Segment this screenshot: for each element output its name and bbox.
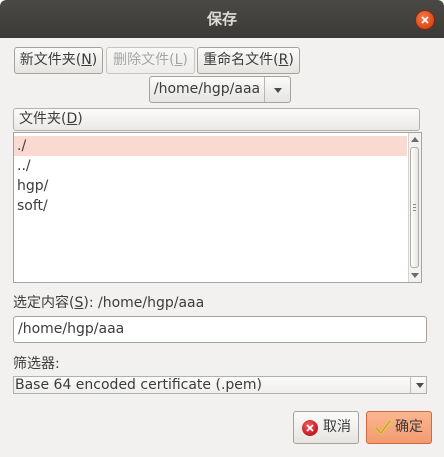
- save-dialog: 保存 新文件夹(N) 删除文件(L) 重命名文件(R) /home/hgp/aa…: [0, 0, 444, 457]
- ok-button[interactable]: 确定: [366, 411, 432, 444]
- folder-list[interactable]: ./ ../ hgp/ soft/: [13, 132, 422, 283]
- grip-line: [413, 207, 416, 208]
- filter-dropdown-value: Base 64 encoded certificate (.pem): [15, 377, 262, 393]
- path-dropdown[interactable]: /home/hgp/aaa: [149, 76, 291, 103]
- rename-file-button[interactable]: 重命名文件(R): [197, 47, 300, 74]
- cancel-button[interactable]: 取消: [293, 411, 359, 444]
- filter-label: 筛选器:: [13, 356, 60, 372]
- cancel-button-label: 取消: [323, 419, 351, 435]
- path-dropdown-value: /home/hgp/aaa: [150, 77, 265, 102]
- selection-label: 选定内容(S): /home/hgp/aaa: [13, 295, 205, 311]
- grip-line: [413, 204, 416, 205]
- title-bar[interactable]: 保存: [0, 0, 444, 38]
- dropdown-separator: [410, 377, 411, 393]
- folder-list-header[interactable]: 文件夹(D): [13, 108, 420, 131]
- chevron-down-icon: [416, 383, 424, 388]
- folder-item[interactable]: hgp/: [14, 176, 407, 196]
- new-folder-button[interactable]: 新文件夹(N): [14, 47, 103, 74]
- scroll-down-arrow-icon[interactable]: [411, 273, 419, 278]
- filter-dropdown[interactable]: Base 64 encoded certificate (.pem): [13, 376, 427, 394]
- chevron-down-icon: [274, 88, 282, 93]
- checkmark-icon: [374, 419, 392, 435]
- delete-file-button[interactable]: 删除文件(L): [106, 47, 195, 74]
- folder-list-scrollbar[interactable]: [408, 133, 421, 282]
- scroll-up-arrow-icon[interactable]: [411, 137, 419, 142]
- folder-item[interactable]: ./: [14, 136, 407, 156]
- grip-line: [413, 210, 416, 211]
- folder-item[interactable]: soft/: [14, 196, 407, 216]
- ok-button-label: 确定: [395, 419, 423, 435]
- close-button[interactable]: [416, 11, 434, 29]
- scrollbar-thumb[interactable]: [410, 147, 419, 268]
- window-title: 保存: [206, 10, 237, 28]
- cancel-icon: [302, 420, 318, 436]
- folder-item[interactable]: ../: [14, 156, 407, 176]
- selection-input[interactable]: /home/hgp/aaa: [13, 316, 427, 343]
- close-icon: [421, 16, 429, 24]
